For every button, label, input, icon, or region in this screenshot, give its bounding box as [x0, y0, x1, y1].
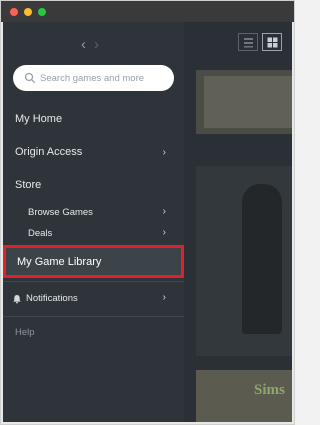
- bell-icon: [13, 295, 21, 304]
- sidebar-item-my-game-library[interactable]: My Game Library: [3, 245, 184, 278]
- close-window-button[interactable]: [10, 8, 18, 16]
- sidebar-item-store[interactable]: Store: [3, 179, 184, 197]
- game-cover-art: [204, 76, 292, 128]
- list-view-icon: [244, 38, 253, 48]
- sidebar-item-browse-games[interactable]: Browse Games ›: [3, 206, 184, 223]
- sidebar-item-label: My Game Library: [17, 256, 102, 268]
- origin-app-window: ‹› My Home Origin Access › Store Browse …: [0, 0, 295, 425]
- sidebar-item-label: Browse Games: [28, 207, 93, 218]
- game-cover-title: Sims: [254, 382, 285, 398]
- sidebar-item-my-home[interactable]: My Home: [3, 113, 184, 131]
- history-nav: ‹ ›: [81, 36, 107, 53]
- sidebar: ‹› My Home Origin Access › Store Browse …: [3, 22, 184, 422]
- sidebar-item-label: My Home: [15, 113, 63, 125]
- divider: [3, 281, 184, 282]
- sidebar-item-deals[interactable]: Deals ›: [3, 227, 184, 244]
- game-tile[interactable]: Sims: [196, 370, 292, 422]
- zoom-window-button[interactable]: [38, 8, 46, 16]
- sidebar-item-label: Store: [15, 179, 42, 191]
- chevron-right-icon: ›: [162, 206, 166, 217]
- divider: [3, 316, 184, 317]
- minimize-window-button[interactable]: [24, 8, 32, 16]
- sidebar-item-help[interactable]: Help: [15, 327, 35, 338]
- chevron-right-icon[interactable]: ›: [94, 36, 99, 53]
- game-tile[interactable]: [196, 166, 292, 356]
- sidebar-item-label: Origin Access: [15, 146, 83, 158]
- sidebar-item-origin-access[interactable]: Origin Access ›: [3, 146, 184, 164]
- search-input[interactable]: [40, 70, 170, 86]
- chevron-right-icon: ›: [162, 147, 166, 158]
- chevron-left-icon[interactable]: ‹: [81, 36, 86, 53]
- chevron-right-icon: ›: [162, 292, 166, 303]
- grid-view-icon: [267, 37, 278, 48]
- sidebar-item-label: Notifications: [26, 293, 78, 304]
- chevron-right-icon: ›: [162, 227, 166, 238]
- game-cover-art: [242, 184, 282, 334]
- search-box[interactable]: [13, 65, 174, 91]
- list-view-icon[interactable]: [238, 33, 258, 51]
- game-library-content: Sims: [184, 22, 292, 422]
- grid-view-icon[interactable]: [262, 33, 282, 51]
- sidebar-item-notifications[interactable]: Notifications ›: [3, 292, 184, 308]
- sidebar-item-label: Deals: [28, 228, 53, 239]
- window-titlebar: [0, 0, 295, 22]
- game-tile[interactable]: [196, 70, 292, 134]
- search-icon: [24, 72, 36, 84]
